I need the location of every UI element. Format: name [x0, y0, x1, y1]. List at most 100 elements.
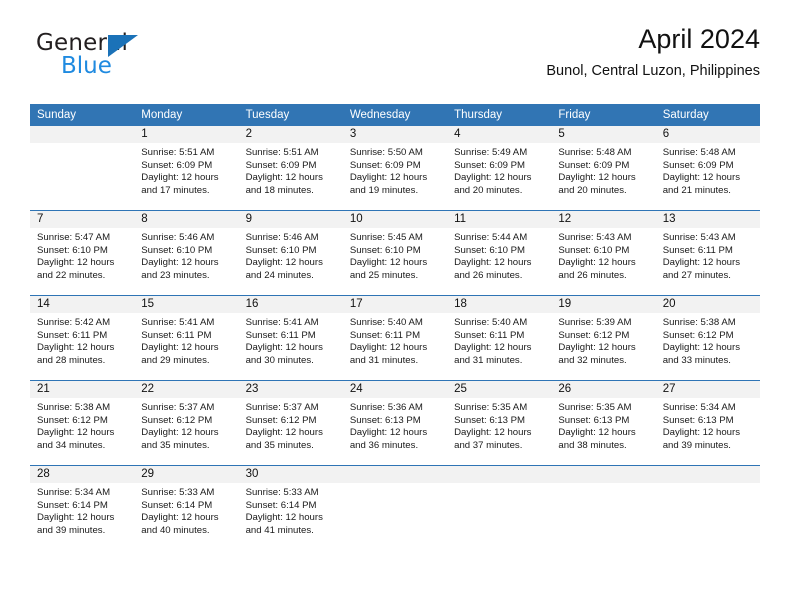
calendar-day-cell[interactable]: 29 Sunrise: 5:33 AM Sunset: 6:14 PM Dayligh… [134, 465, 239, 550]
day-details: Sunrise: 5:49 AM Sunset: 6:09 PM Daylight:… [447, 143, 551, 197]
day-number: 24 [342, 381, 448, 398]
day-number: 17 [342, 296, 448, 313]
day-cell-inner [551, 466, 656, 550]
day-cell-inner [30, 126, 135, 210]
day-number: 19 [551, 296, 656, 313]
calendar-day-cell[interactable]: 24 Sunrise: 5:36 AM Sunset: 6:13 PM Dayligh… [342, 380, 448, 466]
calendar-day-cell[interactable]: 26 Sunrise: 5:35 AM Sunset: 6:13 PM Dayligh… [551, 380, 656, 466]
calendar-day-cell[interactable]: 14 Sunrise: 5:42 AM Sunset: 6:11 PM Dayligh… [30, 295, 135, 381]
day-number: 21 [30, 381, 135, 398]
detail-sunrise: Sunrise: 5:34 AM [662, 402, 736, 413]
calendar-day-cell[interactable]: 20 Sunrise: 5:38 AM Sunset: 6:12 PM Dayligh… [655, 295, 760, 381]
calendar-day-cell[interactable]: 7 Sunrise: 5:47 AM Sunset: 6:10 PM Daylight… [30, 210, 135, 296]
day-number: 28 [30, 466, 135, 483]
calendar-day-cell[interactable]: 3 Sunrise: 5:50 AM Sunset: 6:09 PM Daylight… [342, 126, 448, 211]
day-number [447, 466, 552, 483]
day-number: 10 [342, 211, 448, 228]
detail-sunset: Sunset: 6:12 PM [662, 329, 734, 341]
calendar-day-cell[interactable]: 15 Sunrise: 5:41 AM Sunset: 6:11 PM Dayligh… [134, 295, 239, 381]
day-cell-inner: 11 Sunrise: 5:44 AM Sunset: 6:10 PM Dayligh… [447, 211, 552, 295]
calendar-day-cell[interactable]: 19 Sunrise: 5:39 AM Sunset: 6:12 PM Dayligh… [551, 295, 656, 381]
day-cell-inner: 8 Sunrise: 5:46 AM Sunset: 6:10 PM Daylight… [134, 211, 239, 295]
calendar-day-cell[interactable]: 11 Sunrise: 5:44 AM Sunset: 6:10 PM Dayligh… [447, 210, 552, 296]
detail-daylight-1: Daylight: 12 hours [558, 427, 636, 439]
day-cell-inner: 21 Sunrise: 5:38 AM Sunset: 6:12 PM Dayligh… [30, 381, 135, 465]
detail-daylight-2: and 21 minutes. [662, 184, 731, 196]
detail-sunrise: Sunrise: 5:39 AM [558, 317, 632, 328]
detail-daylight-1: Daylight: 12 hours [37, 512, 115, 524]
day-cell-inner: 24 Sunrise: 5:36 AM Sunset: 6:13 PM Dayligh… [342, 381, 448, 465]
day-details: Sunrise: 5:33 AM Sunset: 6:14 PM Daylight:… [134, 483, 238, 537]
day-cell-inner: 27 Sunrise: 5:34 AM Sunset: 6:13 PM Dayligh… [655, 381, 760, 465]
day-cell-inner: 4 Sunrise: 5:49 AM Sunset: 6:09 PM Daylight… [447, 126, 552, 210]
calendar-day-cell[interactable]: 10 Sunrise: 5:45 AM Sunset: 6:10 PM Dayligh… [342, 210, 448, 296]
weekday-header-wednesday: Wednesday [342, 104, 448, 126]
calendar-day-cell[interactable]: 22 Sunrise: 5:37 AM Sunset: 6:12 PM Dayligh… [134, 380, 239, 466]
calendar-day-cell[interactable]: 6 Sunrise: 5:48 AM Sunset: 6:09 PM Daylight… [655, 126, 760, 211]
detail-sunset: Sunset: 6:13 PM [454, 414, 526, 426]
day-number: 27 [655, 381, 760, 398]
calendar-day-cell[interactable]: 4 Sunrise: 5:49 AM Sunset: 6:09 PM Daylight… [447, 126, 552, 211]
detail-daylight-2: and 26 minutes. [558, 269, 627, 281]
calendar-day-cell[interactable]: 23 Sunrise: 5:37 AM Sunset: 6:12 PM Dayligh… [238, 380, 343, 466]
detail-daylight-1: Daylight: 12 hours [245, 512, 323, 524]
detail-sunset: Sunset: 6:11 PM [349, 329, 421, 341]
detail-daylight-2: and 33 minutes. [662, 354, 731, 366]
calendar-day-cell[interactable]: 18 Sunrise: 5:40 AM Sunset: 6:11 PM Dayligh… [447, 295, 552, 381]
calendar-day-cell[interactable]: 21 Sunrise: 5:38 AM Sunset: 6:12 PM Dayligh… [30, 380, 135, 466]
detail-daylight-1: Daylight: 12 hours [349, 172, 428, 184]
title-block: April 2024 Bunol, Central Luzon, Philipp… [546, 22, 760, 80]
general-blue-logo[interactable]: General Blue [36, 30, 216, 86]
calendar-day-cell[interactable]: 30 Sunrise: 5:33 AM Sunset: 6:14 PM Dayligh… [238, 465, 343, 550]
day-number: 13 [655, 211, 760, 228]
day-number: 3 [342, 126, 448, 143]
calendar-day-cell[interactable]: 27 Sunrise: 5:34 AM Sunset: 6:13 PM Dayligh… [655, 380, 760, 466]
detail-sunset: Sunset: 6:11 PM [245, 329, 316, 341]
day-number: 7 [30, 211, 135, 228]
calendar-day-cell[interactable]: 1 Sunrise: 5:51 AM Sunset: 6:09 PM Daylight… [134, 126, 239, 211]
detail-daylight-2: and 18 minutes. [245, 184, 314, 196]
day-number: 9 [238, 211, 343, 228]
day-number: 12 [551, 211, 656, 228]
detail-daylight-2: and 25 minutes. [349, 269, 419, 281]
calendar-cell-empty [342, 465, 448, 550]
day-number: 6 [655, 126, 760, 143]
day-number: 18 [447, 296, 552, 313]
calendar-day-cell[interactable]: 5 Sunrise: 5:48 AM Sunset: 6:09 PM Daylight… [551, 126, 656, 211]
detail-sunrise: Sunrise: 5:47 AM [37, 232, 111, 243]
day-number: 20 [655, 296, 760, 313]
calendar-day-cell[interactable]: 2 Sunrise: 5:51 AM Sunset: 6:09 PM Daylight… [238, 126, 343, 211]
detail-sunset: Sunset: 6:10 PM [558, 244, 630, 256]
calendar-week-row: 21 Sunrise: 5:38 AM Sunset: 6:12 PM Dayligh… [30, 380, 760, 466]
calendar-week-row: 1 Sunrise: 5:51 AM Sunset: 6:09 PM Daylight… [30, 126, 760, 211]
day-cell-inner: 17 Sunrise: 5:40 AM Sunset: 6:11 PM Dayligh… [342, 296, 448, 380]
detail-sunrise: Sunrise: 5:37 AM [141, 402, 215, 413]
day-cell-inner: 3 Sunrise: 5:50 AM Sunset: 6:09 PM Daylight… [342, 126, 448, 210]
day-number: 5 [551, 126, 656, 143]
detail-daylight-2: and 20 minutes. [454, 184, 523, 196]
calendar-day-cell[interactable]: 25 Sunrise: 5:35 AM Sunset: 6:13 PM Dayligh… [447, 380, 552, 466]
calendar-day-cell[interactable]: 9 Sunrise: 5:46 AM Sunset: 6:10 PM Daylight… [238, 210, 343, 296]
calendar-day-cell[interactable]: 17 Sunrise: 5:40 AM Sunset: 6:11 PM Dayligh… [342, 295, 448, 381]
calendar-day-cell[interactable]: 12 Sunrise: 5:43 AM Sunset: 6:10 PM Dayligh… [551, 210, 656, 296]
detail-daylight-2: and 24 minutes. [245, 269, 314, 281]
day-cell-inner: 20 Sunrise: 5:38 AM Sunset: 6:12 PM Dayligh… [655, 296, 760, 380]
calendar-day-cell[interactable]: 28 Sunrise: 5:34 AM Sunset: 6:14 PM Dayligh… [30, 465, 135, 550]
detail-daylight-1: Daylight: 12 hours [37, 342, 115, 354]
day-number [551, 466, 656, 483]
day-details: Sunrise: 5:41 AM Sunset: 6:11 PM Daylight:… [134, 313, 238, 367]
detail-sunset: Sunset: 6:09 PM [141, 159, 213, 171]
detail-sunrise: Sunrise: 5:48 AM [558, 147, 632, 158]
detail-sunset: Sunset: 6:10 PM [349, 244, 421, 256]
detail-sunset: Sunset: 6:10 PM [37, 244, 108, 256]
calendar-day-cell[interactable]: 13 Sunrise: 5:43 AM Sunset: 6:11 PM Dayligh… [655, 210, 760, 296]
calendar-day-cell[interactable]: 16 Sunrise: 5:41 AM Sunset: 6:11 PM Dayligh… [238, 295, 343, 381]
day-details: Sunrise: 5:44 AM Sunset: 6:10 PM Daylight:… [447, 228, 551, 282]
detail-sunrise: Sunrise: 5:51 AM [245, 147, 319, 158]
day-cell-inner [447, 466, 552, 550]
detail-sunset: Sunset: 6:13 PM [662, 414, 734, 426]
calendar-day-cell[interactable]: 8 Sunrise: 5:46 AM Sunset: 6:10 PM Daylight… [134, 210, 239, 296]
detail-sunset: Sunset: 6:11 PM [454, 329, 525, 341]
detail-daylight-1: Daylight: 12 hours [662, 257, 741, 269]
day-details: Sunrise: 5:43 AM Sunset: 6:10 PM Daylight:… [551, 228, 655, 282]
